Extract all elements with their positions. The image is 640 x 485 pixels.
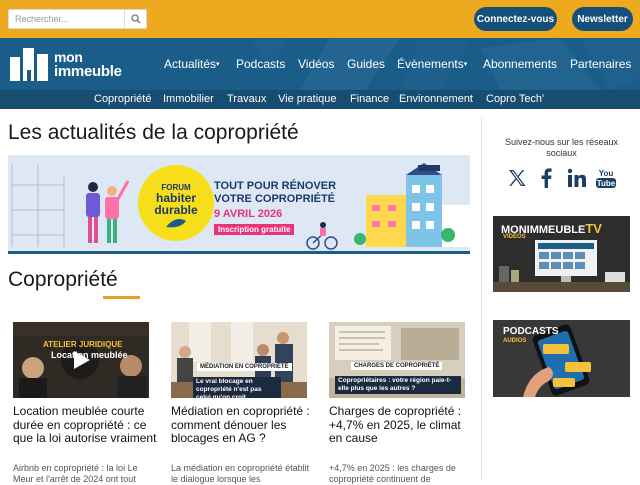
- article-image-caption: CHARGES DE COPROPRIÉTÉ: [351, 362, 443, 370]
- article-image[interactable]: MÉDIATION EN COPROPRIÉTÉ Le vrai blocage…: [171, 322, 307, 398]
- logo-text-mon: mon: [54, 49, 83, 65]
- section-title: Copropriété: [8, 268, 118, 291]
- category-environnement[interactable]: Environnement: [399, 93, 473, 106]
- podcasts-subtitle: AUDIOS: [503, 338, 527, 344]
- svg-text:You: You: [599, 169, 614, 178]
- article-excerpt: La médiation en copropriété établit le d…: [171, 463, 310, 484]
- monimmeuble-tv-promo[interactable]: MONIMMEUBLETV VIDÉOS: [493, 216, 630, 292]
- category-travaux[interactable]: Travaux: [227, 93, 266, 106]
- nav-item-actualites[interactable]: Actualités▾: [164, 57, 220, 72]
- nav-item-label: Abonnements: [483, 57, 558, 71]
- article-excerpt: +4,7% en 2025 : les charges de coproprié…: [329, 463, 456, 484]
- nav-item-label: Actualités: [164, 57, 217, 71]
- nav-item-guides[interactable]: Guides: [347, 57, 385, 71]
- article-image-caption: Le vrai blocage en copropriété n'est pas…: [193, 377, 281, 398]
- nav-item-label: Évènements: [397, 57, 464, 71]
- category-immobilier[interactable]: Immobilier: [163, 93, 214, 106]
- nav-item-label: Vidéos: [298, 57, 335, 71]
- nav-item-label: Partenaires: [570, 57, 632, 71]
- nav-item-abonnements[interactable]: Abonnements: [483, 57, 557, 71]
- article-title[interactable]: Location meublée courte durée en copropr…: [13, 404, 158, 446]
- article-image-caption: ATELIER JURIDIQUE: [43, 340, 123, 349]
- article-image-caption: Location meublée: [51, 350, 128, 360]
- banner-headline-1: TOUT POUR RÉNOVER: [214, 180, 337, 192]
- x-icon[interactable]: [505, 166, 529, 190]
- article-image-caption: MÉDIATION EN COPROPRIÉTÉ: [197, 363, 292, 371]
- nav-item-label: Podcasts: [236, 57, 286, 71]
- banner-date: 9 AVRIL 2026: [214, 208, 283, 220]
- search-icon: [130, 14, 140, 24]
- article-image[interactable]: ATELIER JURIDIQUE Location meublée: [13, 322, 149, 398]
- banner-cta[interactable]: Inscription gratuite: [214, 224, 295, 235]
- page-title: Les actualités de la copropriété: [8, 121, 299, 144]
- podcasts-promo[interactable]: PODCASTS AUDIOS: [493, 320, 630, 397]
- category-finance[interactable]: Finance: [350, 93, 389, 106]
- search-button[interactable]: [124, 10, 146, 28]
- top-bar: Connectez-vous Newsletter: [0, 0, 640, 38]
- column-divider: [481, 117, 482, 480]
- article-image-caption: Copropriétaires : votre région paie-t-el…: [335, 376, 461, 394]
- caret-down-icon: ▾: [463, 61, 468, 68]
- search-box[interactable]: [8, 9, 147, 29]
- login-button[interactable]: Connectez-vous: [474, 7, 557, 31]
- site-logo[interactable]: mon immeuble: [10, 48, 130, 82]
- follow-us-text: Suivez-nous sur les réseaux sociaux: [504, 137, 619, 158]
- category-nav: Copropriété Immobilier Travaux Vie prati…: [0, 90, 640, 109]
- forum-banner[interactable]: FORUM habiter durable TOUT POUR RÉNOVER …: [8, 155, 470, 254]
- section-underline: [103, 296, 140, 299]
- linkedin-icon[interactable]: [565, 166, 589, 190]
- podcasts-title: PODCASTS: [503, 326, 559, 337]
- search-input[interactable]: [9, 10, 125, 28]
- main-nav: mon immeuble Actualités▾ Podcasts Vidéos…: [0, 38, 640, 90]
- svg-text:Tube: Tube: [597, 179, 616, 188]
- nav-item-partenaires[interactable]: Partenaires: [570, 57, 631, 71]
- nav-item-evenements[interactable]: Évènements▾: [397, 57, 467, 72]
- banner-forum-name-2: durable: [154, 203, 198, 217]
- article-title[interactable]: Médiation en copropriété : comment dénou…: [171, 404, 316, 446]
- category-copro-tech[interactable]: Copro Tech': [486, 93, 544, 106]
- article-excerpt: Airbnb en copropriété : la loi Le Meur e…: [13, 463, 138, 484]
- nav-item-videos[interactable]: Vidéos: [298, 57, 334, 71]
- nav-item-podcasts[interactable]: Podcasts: [236, 57, 285, 71]
- newsletter-button[interactable]: Newsletter: [572, 7, 633, 31]
- tv-subtitle: VIDÉOS: [503, 234, 526, 240]
- article-image[interactable]: CHARGES DE COPROPRIÉTÉ Copropriétaires :…: [329, 322, 465, 398]
- category-coproprete[interactable]: Copropriété: [94, 93, 151, 106]
- logo-building-icon: [10, 48, 48, 81]
- category-vie-pratique[interactable]: Vie pratique: [278, 93, 337, 106]
- caret-down-icon: ▾: [216, 61, 220, 68]
- article-title[interactable]: Charges de copropriété : +4,7% en 2025, …: [329, 404, 474, 446]
- banner-headline-2: VOTRE COPROPRIÉTÉ: [214, 193, 336, 205]
- youtube-icon[interactable]: You Tube: [594, 166, 618, 190]
- article-image-illustration: [13, 322, 149, 398]
- facebook-icon[interactable]: [535, 166, 559, 190]
- logo-text-immeuble: immeuble: [54, 63, 122, 80]
- nav-item-label: Guides: [347, 57, 386, 71]
